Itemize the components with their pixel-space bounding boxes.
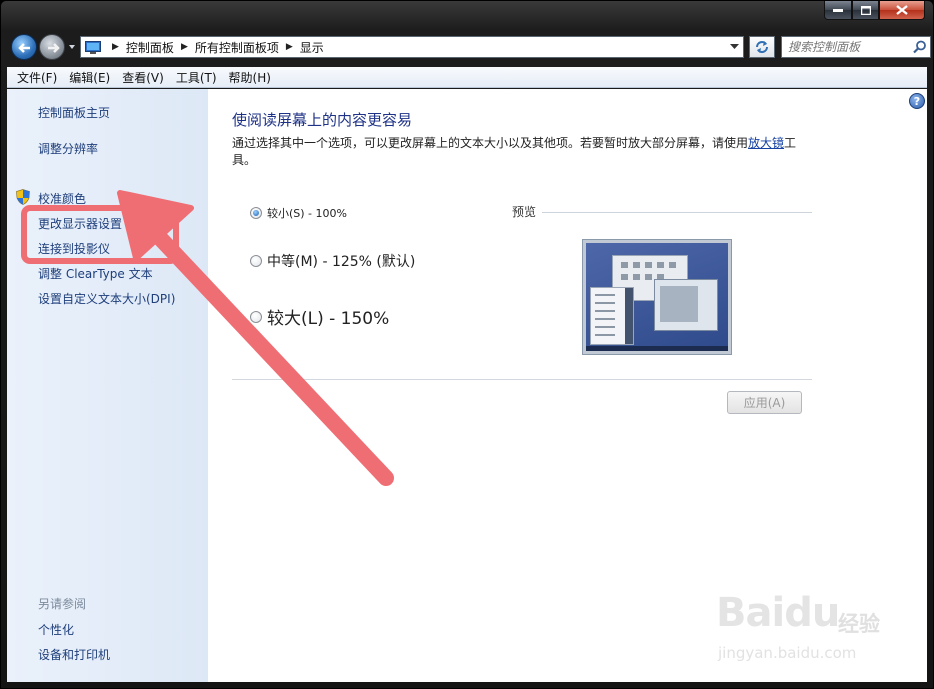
search-box[interactable] bbox=[781, 36, 931, 58]
breadcrumb-separator: ▶ bbox=[112, 42, 119, 52]
description-text: 通过选择其中一个选项，可以更改屏幕上的文本大小以及其他项。若要暂时放大部分屏幕，… bbox=[232, 136, 749, 150]
preview-taskbar bbox=[586, 346, 728, 351]
sidebar: 控制面板主页 调整分辨率 校准颜色 更改显示器设置 连接到投影仪 调整 Clea… bbox=[7, 89, 208, 682]
sidebar-link-cleartype[interactable]: 调整 ClearType 文本 bbox=[38, 265, 153, 282]
back-button[interactable] bbox=[11, 34, 37, 60]
see-also-heading: 另请参阅 bbox=[38, 597, 87, 611]
page-description: 通过选择其中一个选项，可以更改屏幕上的文本大小以及其他项。若要暂时放大部分屏幕，… bbox=[232, 135, 807, 169]
breadcrumb-display[interactable]: 显示 bbox=[300, 39, 324, 56]
sidebar-link-resolution[interactable]: 调整分辨率 bbox=[38, 140, 98, 157]
sidebar-link-dpi[interactable]: 设置自定义文本大小(DPI) bbox=[38, 290, 175, 307]
chevron-down-icon[interactable] bbox=[730, 44, 739, 50]
preview-divider bbox=[542, 212, 812, 213]
help-button[interactable]: ? bbox=[909, 93, 925, 109]
minimize-button[interactable] bbox=[824, 1, 852, 20]
radio-larger[interactable] bbox=[250, 310, 262, 323]
preview-window-left bbox=[590, 287, 634, 345]
breadcrumb-control-panel[interactable]: 控制面板 bbox=[126, 39, 174, 56]
menu-tools[interactable]: 工具(T) bbox=[170, 69, 223, 86]
arrow-right-icon bbox=[48, 43, 60, 53]
option-medium-label: 中等(M) - 125% (默认) bbox=[267, 254, 416, 270]
preview-window-front bbox=[654, 279, 718, 331]
sidebar-link-home[interactable]: 控制面板主页 bbox=[38, 104, 110, 121]
option-smaller-label: 较小(S) - 100% bbox=[267, 207, 347, 220]
radio-medium[interactable] bbox=[250, 255, 262, 267]
maximize-button[interactable] bbox=[852, 1, 879, 20]
watermark-brand: Baidu bbox=[716, 590, 840, 636]
menu-help[interactable]: 帮助(H) bbox=[223, 69, 277, 86]
recent-pages-dropdown[interactable] bbox=[68, 43, 76, 51]
option-larger-label: 较大(L) - 150% bbox=[267, 309, 390, 329]
watermark-cn: 经验 bbox=[838, 612, 880, 636]
sidebar-link-personalize[interactable]: 个性化 bbox=[38, 621, 74, 638]
arrow-left-icon bbox=[18, 43, 30, 53]
preview-label: 预览 bbox=[512, 205, 537, 219]
search-icon[interactable] bbox=[913, 40, 927, 54]
refresh-button[interactable] bbox=[749, 36, 775, 58]
maximize-icon bbox=[860, 5, 871, 15]
page-title: 使阅读屏幕上的内容更容易 bbox=[232, 111, 413, 129]
option-smaller[interactable]: 较小(S) - 100% bbox=[250, 205, 347, 221]
control-panel-icon bbox=[85, 40, 101, 54]
search-input[interactable] bbox=[788, 40, 908, 54]
option-medium[interactable]: 中等(M) - 125% (默认) bbox=[250, 251, 415, 271]
sidebar-link-devices[interactable]: 设备和打印机 bbox=[38, 646, 110, 663]
refresh-icon bbox=[756, 41, 768, 53]
apply-button[interactable]: 应用(A) bbox=[727, 391, 802, 414]
section-divider bbox=[232, 379, 812, 380]
shield-icon bbox=[16, 189, 30, 205]
close-button[interactable] bbox=[879, 1, 925, 20]
baidu-jingyan-watermark: Baidu 经验 jingyan.baidu.com bbox=[716, 588, 896, 668]
menu-file[interactable]: 文件(F) bbox=[11, 69, 63, 86]
annotation-highlight-box bbox=[21, 205, 179, 264]
control-panel-window: ▶ 控制面板 ▶ 所有控制面板项 ▶ 显示 文件(F) 编辑(E bbox=[0, 0, 934, 689]
preview-image bbox=[582, 239, 732, 355]
navigation-bar: ▶ 控制面板 ▶ 所有控制面板项 ▶ 显示 bbox=[7, 31, 931, 63]
breadcrumb-separator: ▶ bbox=[180, 42, 188, 52]
forward-button[interactable] bbox=[39, 34, 65, 60]
watermark-url: jingyan.baidu.com bbox=[718, 644, 857, 662]
radio-smaller[interactable] bbox=[250, 207, 262, 219]
menu-view[interactable]: 查看(V) bbox=[116, 69, 170, 86]
address-bar[interactable]: ▶ 控制面板 ▶ 所有控制面板项 ▶ 显示 bbox=[80, 36, 744, 58]
breadcrumb-separator: ▶ bbox=[285, 42, 293, 52]
magnifier-link[interactable]: 放大镜 bbox=[748, 136, 784, 150]
caption-buttons bbox=[824, 1, 925, 21]
option-larger[interactable]: 较大(L) - 150% bbox=[250, 304, 389, 329]
menu-bar: 文件(F) 编辑(E) 查看(V) 工具(T) 帮助(H) bbox=[7, 67, 927, 88]
menu-edit[interactable]: 编辑(E) bbox=[63, 69, 116, 86]
preview-screen bbox=[586, 243, 728, 351]
minimize-icon bbox=[833, 9, 843, 12]
breadcrumb-all-items[interactable]: 所有控制面板项 bbox=[195, 39, 279, 56]
close-icon bbox=[896, 5, 908, 15]
